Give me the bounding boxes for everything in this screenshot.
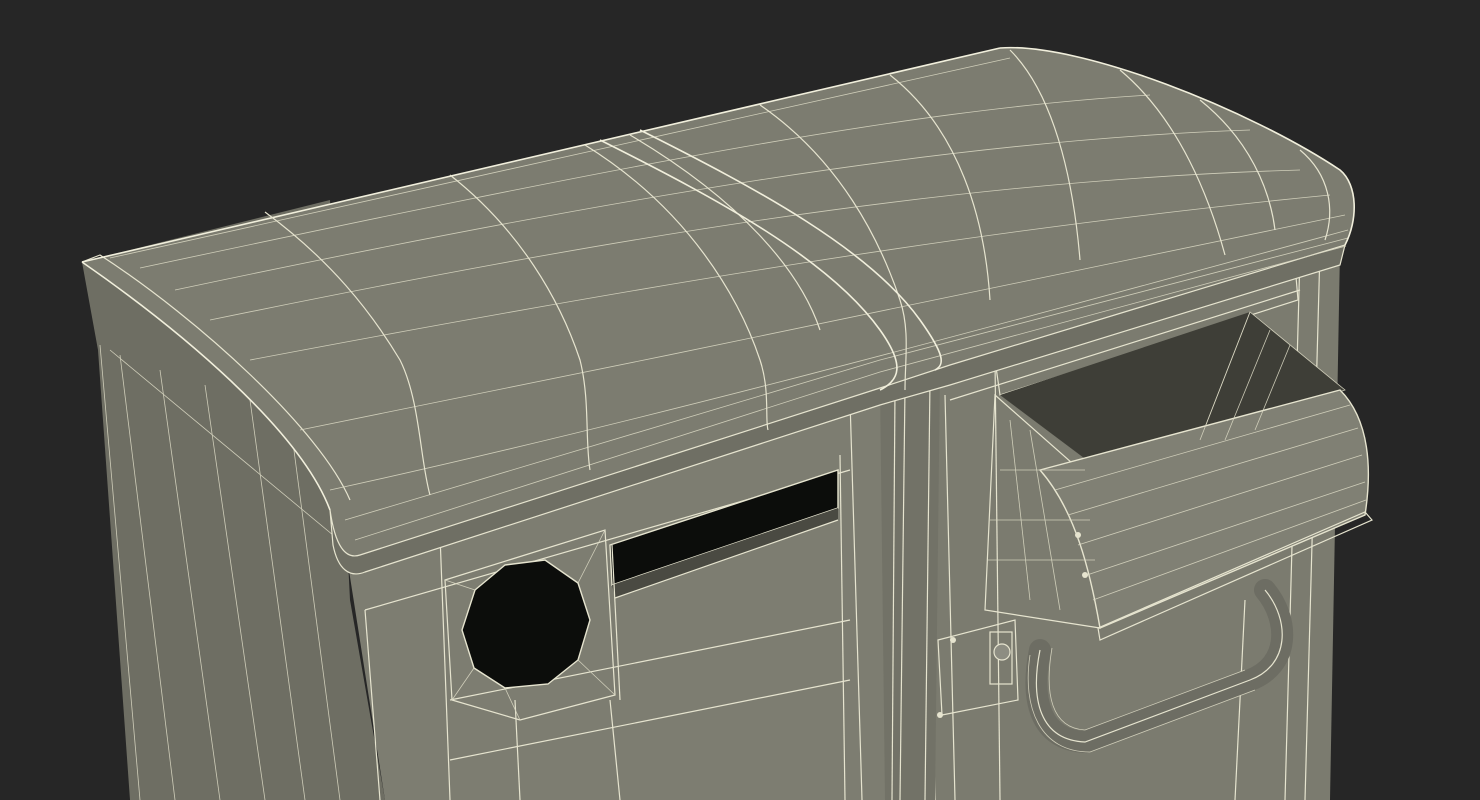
center-divider <box>880 370 940 800</box>
divider-post <box>880 370 940 800</box>
wireframe-render-scene <box>81 46 1373 800</box>
lock-knob <box>993 643 1011 661</box>
